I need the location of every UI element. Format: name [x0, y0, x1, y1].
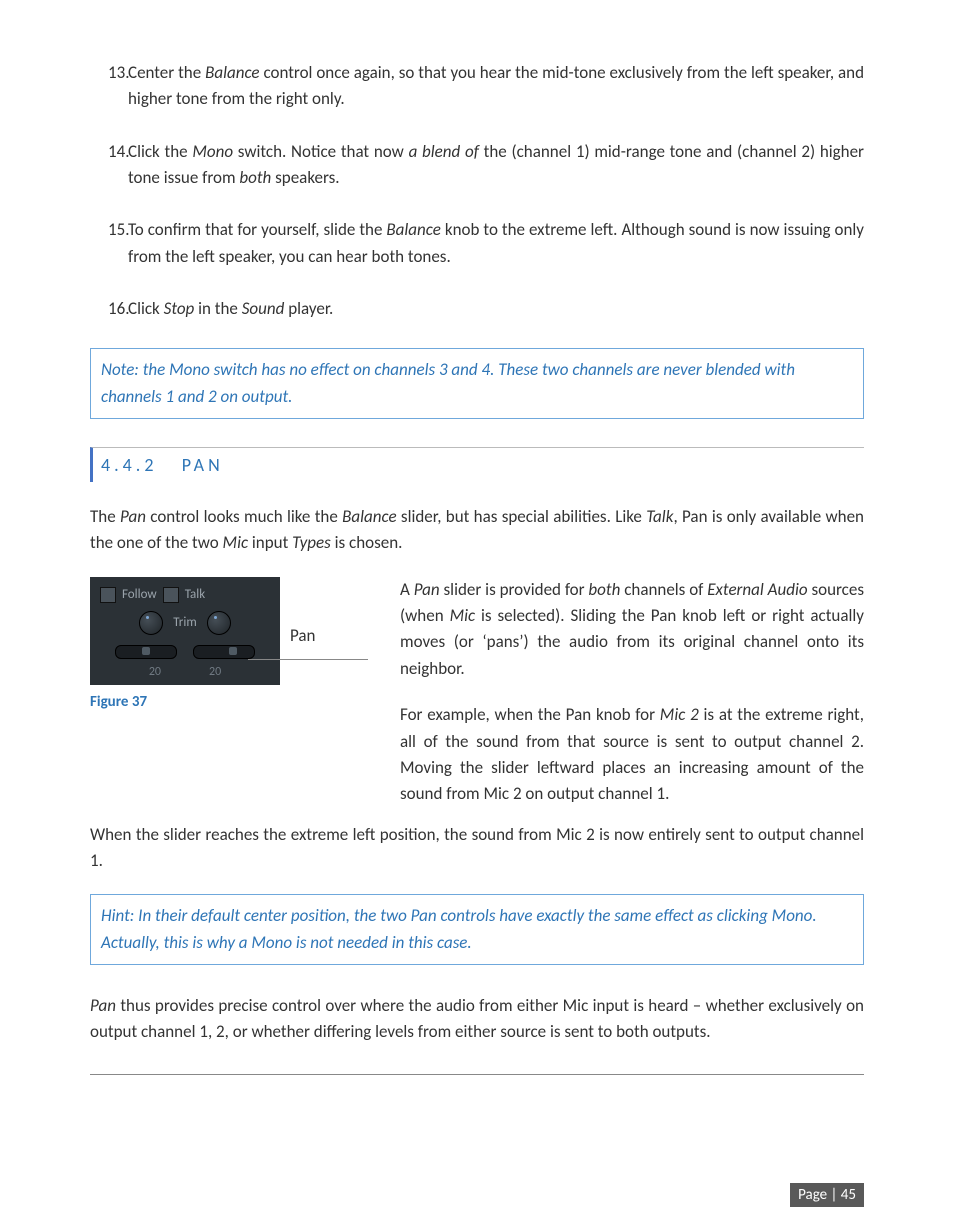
pan-slider-left[interactable]	[115, 645, 177, 659]
page-footer: Page | 45	[790, 1183, 864, 1207]
trim-knob-left[interactable]	[139, 611, 163, 635]
trim-knob-right[interactable]	[207, 611, 231, 635]
intro-paragraph: The Pan control looks much like the Bala…	[90, 504, 864, 557]
section-number: 4.4.2	[101, 454, 157, 476]
list-number: 16.	[90, 296, 128, 322]
note-box: Note: the Mono switch has no effect on c…	[90, 348, 864, 419]
leader-line	[248, 659, 368, 660]
pan-slider-right[interactable]	[193, 645, 255, 659]
list-text: Click the Mono switch. Notice that now a…	[128, 139, 864, 192]
value-right: 20	[209, 665, 221, 679]
list-item: 13. Center the Balance control once agai…	[90, 60, 864, 113]
value-left: 20	[149, 665, 161, 679]
list-text: To confirm that for yourself, slide the …	[128, 217, 864, 270]
trim-label: Trim	[173, 615, 196, 630]
figure-right-paragraph-1: A Pan slider is provided for both channe…	[400, 577, 864, 682]
audio-widget: Follow Talk Trim 20 20	[90, 577, 280, 685]
list-item: 14. Click the Mono switch. Notice that n…	[90, 139, 864, 192]
after-figure-paragraph: When the slider reaches the extreme left…	[90, 822, 864, 875]
list-number: 13.	[90, 60, 128, 113]
closing-paragraph: Pan thus provides precise control over w…	[90, 993, 864, 1046]
figure-caption: Figure 37	[90, 693, 400, 711]
numbered-list: 13. Center the Balance control once agai…	[90, 60, 864, 322]
pan-callout-label: Pan	[290, 625, 316, 646]
list-text: Click Stop in the Sound player.	[128, 296, 864, 322]
section-heading: 4.4.2 PAN	[90, 447, 864, 482]
list-number: 15.	[90, 217, 128, 270]
list-number: 14.	[90, 139, 128, 192]
hint-box: Hint: In their default center position, …	[90, 894, 864, 965]
talk-checkbox[interactable]	[163, 587, 179, 603]
figure-column: Follow Talk Trim 20 20 Pan	[90, 577, 400, 711]
list-text: Center the Balance control once again, s…	[128, 60, 864, 113]
talk-label: Talk	[185, 587, 205, 602]
section-title: PAN	[182, 454, 224, 476]
follow-label: Follow	[122, 587, 157, 602]
list-item: 15. To confirm that for yourself, slide …	[90, 217, 864, 270]
page-number-badge: Page | 45	[790, 1183, 864, 1207]
figure-right-paragraph-2: For example, when the Pan knob for Mic 2…	[400, 702, 864, 807]
footer-rule	[90, 1074, 864, 1075]
list-item: 16. Click Stop in the Sound player.	[90, 296, 864, 322]
follow-checkbox[interactable]	[100, 587, 116, 603]
